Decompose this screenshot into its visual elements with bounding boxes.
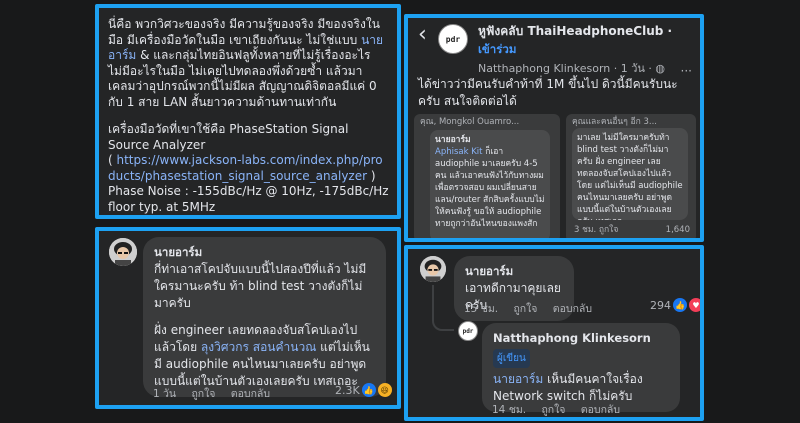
comment-panel-2: นายอาร์ม เอาทดีกามาคุยเลยครับ 15 ชม. ถูก… [404,245,704,421]
reaction-summary[interactable]: 294 👍 ♥ [650,298,700,312]
post-header: หูฟังคลับ ThaiHeadphoneClub · เข้าร่วม N… [478,22,698,77]
post-paragraph-2: เครื่องมือวัดที่เขาใช้คือ PhaseStation S… [108,122,389,215]
comment-panel-1: นายอาร์ม กี่ท่าเอาสโคปจับแบบนี้ไปสองปีที… [95,227,401,409]
avatar[interactable] [109,238,137,266]
thumb2-text: มาเลย ไม่มีใครมาครับท้า blind test วางตั… [577,133,683,220]
like-reaction-icon: 👍 [361,383,376,397]
thumb1-text: ก็เอา audiophile มาเลยครับ 4-5 คน แล้วเอ… [435,147,545,229]
reply-time[interactable]: 14 ชม. [492,404,526,416]
phase-noise-spec: Phase Noise : -155dBc/Hz @ 10Hz, -175dBc… [108,184,389,214]
globe-icon: ◍ [655,62,666,75]
mention-link-arm[interactable]: นายอาร์ม [493,372,543,386]
mention-link-engineer[interactable]: ลุงวิศวกร สอนคำนวณ [201,340,316,354]
product-url-link[interactable]: https://www.jackson-labs.com/index.php/p… [108,153,383,183]
comment-meta: 1 วัน ถูกใจ ตอบกลับ [153,385,282,402]
post-author-meta: Natthaphong Klinkesorn · 1 วัน · ◍ [478,59,698,77]
haha-reaction-icon: 😆 [377,383,392,397]
group-logo[interactable]: pdr [438,24,468,54]
post-author[interactable]: Natthaphong Klinkesorn · 1 วัน · [478,62,655,75]
group-post-panel: ‹ pdr หูฟังคลับ ThaiHeadphoneClub · เข้า… [404,14,704,242]
comment-time[interactable]: 15 ชม. [464,303,498,315]
commenter-name[interactable]: นายอาร์ม [465,263,563,280]
post-text-2a: เครื่องมือวัดที่เขาใช้คือ PhaseStation S… [108,122,349,152]
thumb2-meta: 3 ชม. ถูกใจ [574,225,619,235]
commenter-name[interactable]: นายอาร์ม [154,244,375,261]
like-action[interactable]: ถูกใจ [513,303,537,315]
thread-connector [432,285,454,331]
reply-action[interactable]: ตอบกลับ [553,303,592,315]
thumb1-header: คุณ, Mongkol Ouamro... [420,117,520,127]
reply-bubble: Natthaphong Klinkesorn ผู้เขียน นายอาร์ม… [482,323,680,412]
love-reaction-icon: ♥ [689,298,700,312]
reaction-count: 2.3K [335,383,360,397]
join-button[interactable]: เข้าร่วม [478,41,698,59]
post-text-1a: นี่คือ พวกวิศวะของจริง มีความรู้ของจริง … [108,17,380,47]
group-post-text: ได้ข่าวว่ามีคนรับคำท้าที่ 1M ขึ้นไป ดิวน… [418,77,678,108]
back-icon[interactable]: ‹ [418,22,427,47]
like-action[interactable]: ถูกใจ [541,404,565,416]
post-text-2c: ) [367,168,376,183]
screenshot-thumbnail-2[interactable]: คุณและคนอื่นๆ อีก 3... มาเลย ไม่มีใครมาค… [566,114,696,238]
logo-text: pdr [445,34,461,44]
group-name[interactable]: หูฟังคลับ ThaiHeadphoneClub · [478,22,698,41]
reply-meta: 14 ชม. ถูกใจ ตอบกลับ [492,401,632,417]
author-avatar[interactable]: pdr [458,321,478,341]
reply-action[interactable]: ตอบกลับ [581,404,620,416]
author-badge: ผู้เขียน [493,349,530,368]
post-text-2b: ( [108,153,117,167]
avatar[interactable] [420,256,446,282]
post-text-panel: นี่คือ พวกวิศวะของจริง มีความรู้ของจริง … [95,4,401,219]
comment-time[interactable]: 1 วัน [153,388,176,400]
reply-author-name[interactable]: Natthaphong Klinkesorn [493,330,669,347]
comment-text-1: กี่ท่าเอาสโคปจับแบบนี้ไปสองปีที่แล้ว ไม่… [154,262,367,310]
screenshot-thumbnail-1[interactable]: คุณ, Mongkol Ouamro... นายอาร์ม Aphisak … [414,114,560,238]
comment-meta: 15 ชม. ถูกใจ ตอบกลับ [464,300,604,317]
thumb2-header: คุณและคนอื่นๆ อีก 3... [572,117,657,127]
reaction-count: 294 [650,298,671,312]
thumb1-name: นายอาร์ม [435,135,471,145]
thumb2-count: 1,640 [665,225,690,235]
post-text-1b: & และกลุ่มไทยอินฟลูทั้งหลายที่ไม่รู้เรื่… [108,48,377,109]
like-reaction-icon: 👍 [673,298,687,312]
logo-text: pdr [462,327,474,335]
thumb1-mention: Aphisak Kit [435,147,483,157]
like-action[interactable]: ถูกใจ [191,388,215,400]
thumb1-bubble: นายอาร์ม Aphisak Kit ก็เอา audiophile มา… [430,130,550,238]
post-paragraph-1: นี่คือ พวกวิศวะของจริง มีความรู้ของจริง … [108,17,389,110]
thumb2-bubble: มาเลย ไม่มีใครมาครับท้า blind test วางตั… [572,128,688,220]
comment-bubble: นายอาร์ม กี่ท่าเอาสโคปจับแบบนี้ไปสองปีที… [143,237,386,397]
reaction-summary[interactable]: 2.3K 👍 😆 [335,383,392,397]
reply-action[interactable]: ตอบกลับ [231,388,270,400]
